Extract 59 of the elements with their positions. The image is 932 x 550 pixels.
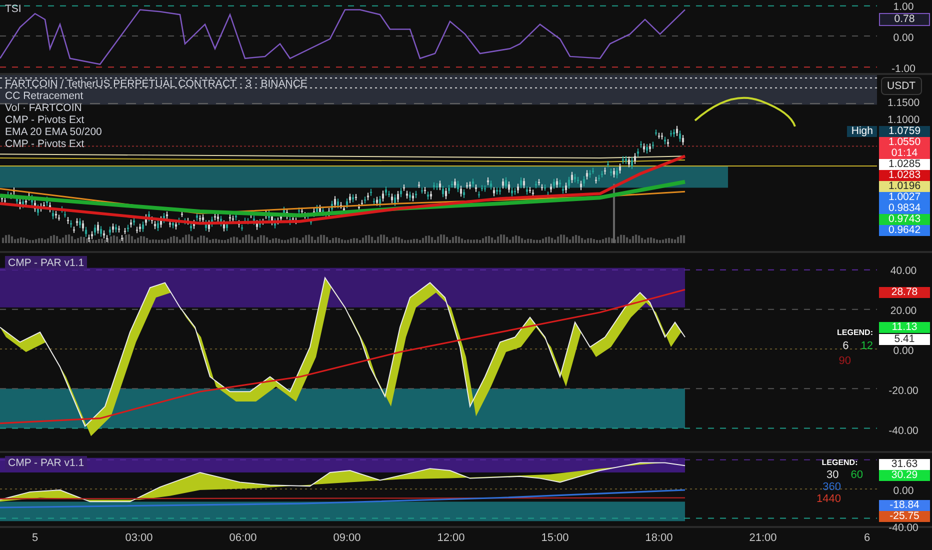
price-value: 0.9743 bbox=[888, 214, 921, 224]
indicator-label: EMA 20 EMA 50/200 bbox=[5, 126, 102, 138]
period-label: 90 bbox=[838, 355, 851, 367]
time-label: 12:00 bbox=[437, 532, 465, 544]
price-value: -25.75 bbox=[890, 510, 920, 522]
legend-title: LEGEND: bbox=[822, 457, 858, 469]
axis-label: 40.00 bbox=[889, 264, 918, 276]
axis-label: 0.00 bbox=[892, 484, 915, 496]
price-value: -18.84 bbox=[890, 500, 920, 511]
price-value: 5.41 bbox=[894, 334, 915, 345]
axis-label: 1.1500 bbox=[886, 97, 921, 109]
currency-button[interactable]: USDT bbox=[881, 77, 922, 95]
high-tag: High bbox=[847, 126, 877, 136]
price-value: 30.29 bbox=[891, 470, 918, 482]
indicator-label: CMP - PAR v1.1 bbox=[5, 456, 88, 470]
countdown-timer: 01:14 bbox=[891, 148, 918, 158]
period-label: 360 bbox=[822, 481, 841, 493]
indicator-label: CMP - PAR v1.1 bbox=[5, 256, 88, 270]
axis-label: -1.00 bbox=[890, 63, 916, 76]
price-value: 1.0283 bbox=[888, 170, 921, 180]
price-value: 1.0285 bbox=[888, 158, 921, 170]
price-value: 28.78 bbox=[891, 286, 918, 298]
indicator-label: Vol · FARTCOIN bbox=[5, 102, 82, 114]
time-label: 18:00 bbox=[645, 532, 673, 544]
time-label: 09:00 bbox=[333, 532, 361, 544]
indicator-label: CMP - Pivots Ext bbox=[5, 114, 84, 126]
period-label: 30 bbox=[826, 469, 839, 481]
symbol-title: FARTCOIN / TetherUS PERPETUAL CONTRACT · 3 · BINANCE bbox=[5, 78, 308, 90]
price-value: 0.78 bbox=[894, 14, 915, 25]
price-value: 1.0550 bbox=[888, 136, 921, 148]
axis-label: 0.00 bbox=[892, 32, 915, 44]
indicator-label: CC Retracement bbox=[5, 90, 84, 102]
axis-label: 0.00 bbox=[892, 344, 915, 357]
price-value: 1.0196 bbox=[888, 180, 921, 192]
time-label: 15:00 bbox=[541, 532, 569, 544]
axis-label: 1.00 bbox=[892, 0, 915, 13]
time-label: 06:00 bbox=[229, 532, 257, 544]
time-label: 6 bbox=[864, 532, 870, 544]
axis-label: -40.00 bbox=[888, 522, 920, 534]
axis-label: -20.00 bbox=[888, 384, 920, 396]
price-value: 11.13 bbox=[892, 322, 918, 334]
price-value: 1.0759 bbox=[888, 126, 921, 136]
price-value: 31.63 bbox=[891, 459, 918, 470]
axis-label: 1.1000 bbox=[886, 114, 921, 126]
indicator-label: CMP - Pivots Ext bbox=[5, 138, 84, 150]
time-label: 5 bbox=[32, 532, 38, 544]
axis-label: -40.00 bbox=[888, 424, 920, 436]
price-value: 0.9642 bbox=[888, 224, 921, 236]
period-label: 1440 bbox=[816, 493, 841, 505]
legend-title: LEGEND: bbox=[837, 328, 873, 337]
indicator-label: TSI bbox=[5, 3, 22, 15]
time-label: 21:00 bbox=[749, 532, 777, 544]
time-label: 03:00 bbox=[125, 532, 153, 544]
period-label: 6 bbox=[842, 340, 849, 352]
period-label: 60 bbox=[850, 469, 863, 481]
price-value: 1.0027 bbox=[888, 192, 921, 202]
price-value: 0.9834 bbox=[888, 202, 921, 214]
period-label: 12 bbox=[860, 340, 873, 352]
axis-label: 20.00 bbox=[889, 304, 918, 316]
